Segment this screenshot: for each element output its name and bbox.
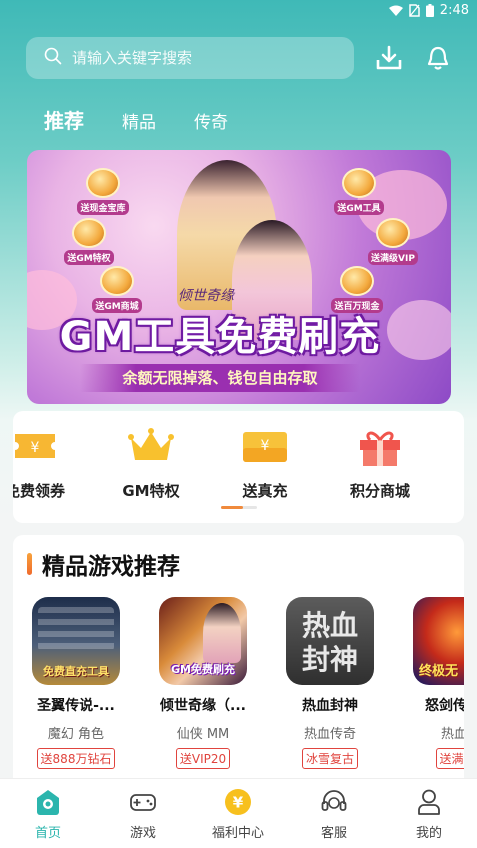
search-icon [44,47,62,69]
game-name: 倾世奇缘（... [160,698,246,714]
nav-item-support[interactable]: 客服 [294,788,374,841]
banner-badge: 送满级VIP [367,218,419,265]
category-tabs: 推荐 精品 传奇 [44,105,228,134]
nav-item-welfare[interactable]: ¥ 福利中心 [198,788,278,841]
banner-game-logo: 倾世奇缘 [178,288,234,304]
nav-item-me[interactable]: 我的 [389,788,469,841]
welfare-item-gm-privilege[interactable]: GM特权 [101,426,201,501]
premium-games-section: 精品游戏推荐 免费直充工具 圣翼传说-... 魔幻 角色 送888万钻石 GM免… [13,535,464,785]
game-promo-badge: 送VIP20 [175,748,231,769]
user-icon [415,788,443,816]
game-tags: 热血传奇 [303,727,356,742]
no-sim-icon [409,4,420,17]
game-tags: 热血传奇 [441,727,464,742]
status-time: 2:48 [439,3,469,18]
game-card[interactable]: GM免费刷充 倾世奇缘（... 仙侠 MM 送VIP20 [151,597,255,769]
tab-recommend[interactable]: 推荐 [44,105,84,134]
game-thumbnail: 免费直充工具 [32,597,120,685]
section-header: 精品游戏推荐 [27,547,180,581]
banner-subtitle: 余额无限掉落、钱包自由存取 [80,364,360,392]
download-icon[interactable] [376,45,402,71]
game-name: 怒剑传说 [425,698,464,714]
game-thumbnail: GM免费刷充 [159,597,247,685]
welfare-item-coupon[interactable]: ¥ 免费领券 [13,426,85,501]
game-thumbnail: 终极无 [413,597,464,685]
bell-icon[interactable] [426,45,452,71]
game-tags: 魔幻 角色 [47,727,105,742]
section-accent-bar [27,553,32,575]
game-card[interactable]: 免费直充工具 圣翼传说-... 魔幻 角色 送888万钻石 [24,597,128,769]
crown-icon [127,426,175,466]
headset-icon [320,788,348,816]
welfare-item-points-mall[interactable]: 积分商城 [330,426,430,501]
game-card[interactable]: 终极无 怒剑传说 热血传奇 送满级VIP [405,597,464,769]
game-promo-badge: 冰雪复古 [301,748,358,769]
status-icons: 2:48 [388,3,469,18]
svg-text:¥: ¥ [261,438,270,454]
tab-legend[interactable]: 传奇 [194,108,228,133]
game-name: 圣翼传说-... [37,698,115,714]
tab-premium[interactable]: 精品 [122,108,156,133]
game-thumbnail: 热血封神 [286,597,374,685]
welfare-item-real-recharge[interactable]: ¥ 送真充 [215,426,315,501]
status-bar: 2:48 [0,0,477,24]
welfare-shortcuts: ¥ 免费领券 GM特权 ¥ 送真充 积分商城 超 [13,411,464,523]
banner-badge: 送GM工具 [333,168,385,215]
gamepad-icon [129,788,157,816]
yuan-card-icon: ¥ [241,426,289,466]
wifi-icon [388,5,403,17]
welfare-coin-icon: ¥ [224,788,252,816]
svg-text:¥: ¥ [233,794,244,812]
banner-badge: 送现金宝库 [77,168,129,215]
game-card[interactable]: 热血封神 热血封神 热血传奇 冰雪复古 [278,597,382,769]
game-promo-badge: 送满级VIP [435,748,464,769]
nav-item-games[interactable]: 游戏 [103,788,183,841]
game-tags: 仙侠 MM [176,727,230,742]
gift-icon [356,426,404,466]
battery-icon [425,4,434,17]
svg-text:¥: ¥ [31,440,40,456]
search-bar[interactable] [26,37,354,79]
game-name: 热血封神 [302,698,358,714]
bottom-nav: 首页 游戏 ¥ 福利中心 客服 我的 [0,778,477,848]
search-input[interactable] [72,49,332,67]
welfare-scroll-indicator [221,506,257,509]
game-promo-badge: 送888万钻石 [36,748,116,769]
nav-item-home[interactable]: 首页 [8,788,88,841]
welfare-item-more[interactable]: 超 [445,426,464,501]
banner-badge: 送GM特权 [63,218,115,265]
banner-title: GM工具免费刷充 [59,314,381,360]
coupon-icon: ¥ [13,426,59,466]
home-icon [34,788,62,816]
section-title: 精品游戏推荐 [42,554,180,580]
